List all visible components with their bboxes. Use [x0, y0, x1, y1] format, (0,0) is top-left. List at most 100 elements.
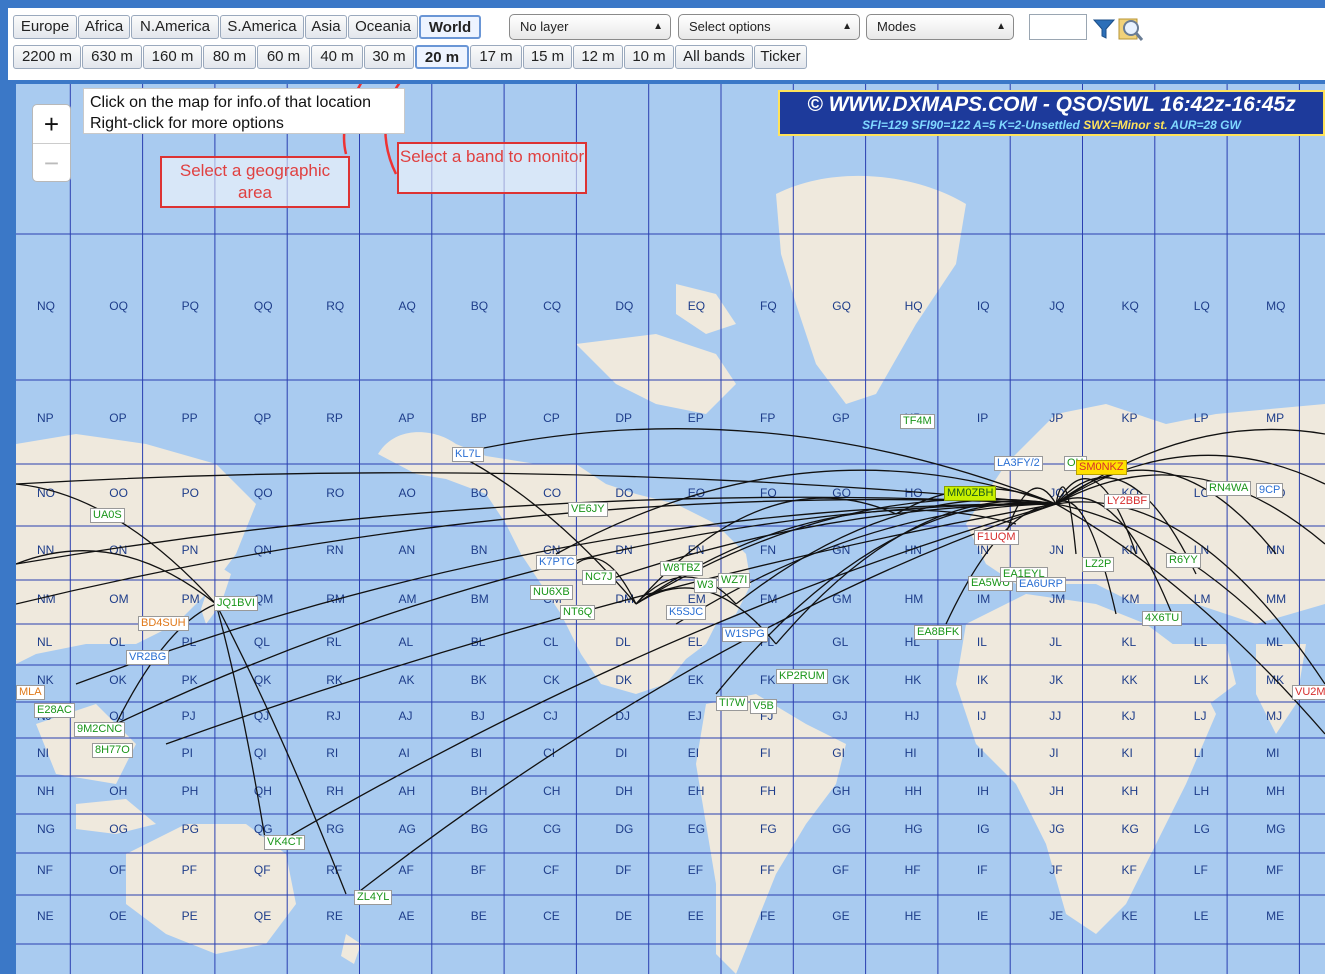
station-label[interactable]: ZL4YL — [354, 890, 393, 905]
station-label[interactable]: LA3FY/2 — [994, 456, 1043, 471]
grid-square-label: PM — [182, 592, 200, 606]
modes-select[interactable]: Modes ▲ — [866, 14, 1014, 40]
station-label[interactable]: NT6Q — [560, 605, 596, 620]
band-button-20-m[interactable]: 20 m — [415, 45, 469, 69]
station-label[interactable]: MM0ZBH — [944, 486, 997, 501]
grid-square-label: FP — [760, 411, 775, 425]
band-button-all-bands[interactable]: All bands — [675, 45, 753, 69]
station-label[interactable]: KL7L — [452, 447, 484, 462]
grid-square-label: IL — [977, 635, 987, 649]
station-label[interactable]: WZ7I — [718, 573, 751, 588]
band-button-30-m[interactable]: 30 m — [364, 45, 414, 69]
station-label[interactable]: VK4CT — [264, 835, 306, 850]
station-label[interactable]: 4X6TU — [1142, 611, 1183, 626]
station-label[interactable]: W1SPG — [722, 627, 768, 642]
station-label[interactable]: W8TBZ — [660, 561, 704, 576]
grid-square-label: RL — [326, 635, 342, 649]
station-label[interactable]: VR2BG — [126, 650, 170, 665]
grid-square-label: AP — [399, 411, 415, 425]
grid-square-label: BN — [471, 543, 488, 557]
grid-square-label: CO — [543, 486, 561, 500]
zoom-out-button[interactable]: − — [33, 144, 70, 182]
station-label[interactable]: NC7J — [582, 570, 616, 585]
grid-square-label: FH — [760, 784, 776, 798]
band-button-12-m[interactable]: 12 m — [573, 45, 623, 69]
grid-square-label: PQ — [182, 299, 199, 313]
grid-square-label: LK — [1194, 673, 1209, 687]
region-button-s-america[interactable]: S.America — [220, 15, 304, 39]
band-button-10-m[interactable]: 10 m — [624, 45, 674, 69]
band-button-2200-m[interactable]: 2200 m — [13, 45, 81, 69]
filter-funnel-icon[interactable] — [1092, 17, 1116, 41]
station-label[interactable]: LZ2P — [1082, 557, 1115, 572]
station-label[interactable]: VU2M — [1292, 685, 1325, 700]
region-button-n-america[interactable]: N.America — [131, 15, 219, 39]
station-label[interactable]: F1UQM — [974, 530, 1019, 545]
band-button-60-m[interactable]: 60 m — [257, 45, 310, 69]
grid-square-label: AQ — [399, 299, 416, 313]
grid-square-label: OL — [109, 635, 125, 649]
zoom-magnifier-icon[interactable] — [1116, 15, 1144, 43]
grid-square-label: OP — [109, 411, 126, 425]
grid-square-label: NI — [37, 746, 49, 760]
map-canvas[interactable]: NQ OQ PQ QQ RQ AQ BQ CQ DQ EQ FQ GQ HQ IQ JQ KQ LQ MQ NP OP… — [16, 84, 1325, 974]
grid-square-label: EK — [688, 673, 704, 687]
station-label[interactable]: EA8BFK — [914, 625, 963, 640]
grid-square-label: KE — [1122, 909, 1138, 923]
grid-square-label: KQ — [1122, 299, 1139, 313]
band-button-40-m[interactable]: 40 m — [311, 45, 363, 69]
grid-square-label: CJ — [543, 709, 558, 723]
station-label[interactable]: SM0NKZ — [1076, 460, 1127, 475]
station-label[interactable]: TI7W — [716, 696, 749, 711]
band-button-ticker[interactable]: Ticker — [754, 45, 807, 69]
station-label[interactable]: V5B — [750, 699, 777, 714]
station-label[interactable]: MLA — [16, 685, 45, 700]
band-button-80-m[interactable]: 80 m — [203, 45, 256, 69]
options-select[interactable]: Select options ▲ — [678, 14, 860, 40]
station-label[interactable]: VE6JY — [568, 502, 608, 517]
region-button-asia[interactable]: Asia — [305, 15, 347, 39]
filter-input[interactable] — [1029, 14, 1087, 40]
grid-square-label: AH — [399, 784, 416, 798]
zoom-in-button[interactable]: + — [33, 105, 70, 144]
band-button-630-m[interactable]: 630 m — [82, 45, 142, 69]
station-label[interactable]: 9M2CNC — [74, 722, 126, 737]
station-label[interactable]: K7PTC — [536, 555, 578, 570]
station-label[interactable]: UA0S — [90, 508, 125, 523]
station-label[interactable]: W3 — [694, 578, 717, 593]
callout-band: Select a band to monitor — [397, 142, 587, 194]
station-label[interactable]: 8H77O — [92, 743, 133, 758]
grid-square-label: CH — [543, 784, 560, 798]
station-label[interactable]: R6YY — [1166, 553, 1201, 568]
grid-square-label: OM — [109, 592, 128, 606]
grid-square-label: HF — [905, 863, 921, 877]
station-label[interactable]: JQ1BVI — [214, 596, 258, 611]
band-button-15-m[interactable]: 15 m — [523, 45, 572, 69]
layer-select[interactable]: No layer ▲ — [509, 14, 671, 40]
layer-select-value: No layer — [520, 19, 569, 34]
region-button-oceania[interactable]: Oceania — [348, 15, 418, 39]
band-button-160-m[interactable]: 160 m — [143, 45, 202, 69]
station-label[interactable]: EA6URP — [1016, 577, 1067, 592]
region-button-world[interactable]: World — [419, 15, 481, 39]
station-label[interactable]: LY2BBF — [1104, 494, 1151, 509]
grid-square-label: MM — [1266, 592, 1286, 606]
band-button-17-m[interactable]: 17 m — [470, 45, 522, 69]
station-label[interactable]: RN4WA — [1206, 481, 1252, 496]
region-button-europe[interactable]: Europe — [13, 15, 77, 39]
station-label[interactable]: KP2RUM — [776, 669, 828, 684]
grid-square-label: NH — [37, 784, 54, 798]
dx-map[interactable]: NQ OQ PQ QQ RQ AQ BQ CQ DQ EQ FQ GQ HQ IQ JQ KQ LQ MQ NP OP… — [16, 84, 1325, 974]
grid-square-label: GK — [832, 673, 849, 687]
station-label[interactable]: K5SJC — [666, 605, 707, 620]
station-label[interactable]: E28AC — [34, 703, 75, 718]
station-label[interactable]: TF4M — [900, 414, 935, 429]
grid-square-label: GF — [832, 863, 849, 877]
grid-square-label: CF — [543, 863, 559, 877]
grid-square-label: CG — [543, 822, 561, 836]
station-label[interactable]: BD4SUH — [138, 616, 189, 631]
station-label[interactable]: NU6XB — [530, 585, 573, 600]
grid-square-label: MQ — [1266, 299, 1285, 313]
region-button-africa[interactable]: Africa — [78, 15, 130, 39]
station-label[interactable]: 9CP — [1256, 483, 1284, 498]
